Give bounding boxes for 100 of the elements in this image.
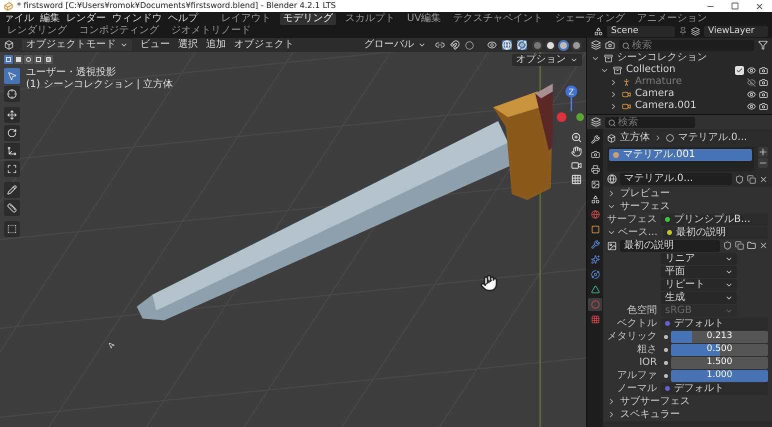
menu-item[interactable]: ァイル <box>4 13 34 25</box>
chevron-right-icon[interactable] <box>609 102 618 110</box>
workspace-tab[interactable]: テクスチャペイント <box>450 13 546 25</box>
dropdown[interactable]: 生成 <box>661 292 737 304</box>
select-mode-icon[interactable] <box>34 55 43 64</box>
workspace-tab[interactable]: レイアウト <box>218 13 274 25</box>
panel-title[interactable]: サーフェス <box>620 202 670 212</box>
chevron-right-icon[interactable] <box>607 189 616 198</box>
dropdown[interactable]: 平面 <box>661 266 737 278</box>
value-slider[interactable]: 0.213 <box>671 330 768 342</box>
shading-mode-icon[interactable] <box>558 40 569 50</box>
filter-icon[interactable] <box>758 40 768 50</box>
dropdown[interactable]: リニア <box>661 252 737 264</box>
material-slot[interactable]: マテリアル.001 <box>609 149 752 161</box>
video-camera-icon[interactable] <box>571 160 582 171</box>
tool-button[interactable] <box>4 143 20 159</box>
properties-editor-icon[interactable] <box>591 117 601 127</box>
chevron-down-icon[interactable] <box>607 202 616 211</box>
workspace-tab[interactable]: ジオメトリノード <box>168 25 254 37</box>
copy-icon[interactable] <box>747 174 756 184</box>
remove-icon[interactable] <box>758 158 768 168</box>
chevron-down-icon[interactable] <box>607 228 616 237</box>
maximize-icon[interactable] <box>731 2 739 10</box>
menu-item[interactable]: ヘルプ <box>168 13 198 25</box>
checkbox[interactable] <box>735 66 744 74</box>
socket-field[interactable]: プリンシプルB... <box>661 214 768 226</box>
eye-closed-icon[interactable] <box>747 78 756 86</box>
options-dropdown[interactable]: オプション <box>512 54 582 66</box>
scene-field[interactable]: Scene <box>607 26 675 36</box>
tool-button[interactable] <box>4 221 20 237</box>
workspace-tab[interactable]: コンポジティング <box>76 25 162 37</box>
hand-icon[interactable] <box>571 146 582 157</box>
cube-icon[interactable] <box>4 40 14 50</box>
panel-title[interactable]: スペキュラー <box>620 410 680 420</box>
mode-dropdown[interactable]: オブジェクトモード <box>22 39 132 51</box>
menu-item[interactable]: 追加 <box>206 40 226 50</box>
outliner-item-label[interactable]: シーンコレクション <box>617 53 707 63</box>
image-name-field[interactable]: 最初の説明 <box>620 240 720 252</box>
chevron-right-icon[interactable] <box>607 397 616 406</box>
eye-icon[interactable] <box>487 40 497 50</box>
chevron-right-icon[interactable] <box>607 410 616 419</box>
camera-icon[interactable] <box>759 102 768 110</box>
value-slider[interactable]: 1.000 <box>671 370 768 382</box>
tool-button[interactable] <box>4 161 20 177</box>
select-mode-icon[interactable] <box>44 55 53 64</box>
material-name-field[interactable]: マテリアル.0... <box>620 173 732 185</box>
search-field[interactable]: 検索 <box>605 116 695 128</box>
tool-button[interactable] <box>4 200 20 216</box>
search-field[interactable]: 検索 <box>619 40 754 50</box>
outliner-item-label[interactable]: Camera <box>635 89 674 99</box>
tool-button[interactable] <box>4 182 20 198</box>
value-slider[interactable]: 0.500 <box>671 344 768 356</box>
grid-icon[interactable] <box>571 174 582 185</box>
select-mode-icon[interactable] <box>24 55 33 64</box>
panel-title[interactable]: プレビュー <box>620 188 670 198</box>
menu-item[interactable]: ビュー <box>140 40 170 50</box>
socket-field[interactable]: デフォルト <box>661 382 768 394</box>
shield-icon[interactable] <box>735 174 744 184</box>
add-icon[interactable] <box>758 147 768 157</box>
panel-title[interactable]: サブサーフェス <box>620 396 690 406</box>
select-mode-icon[interactable] <box>14 55 23 64</box>
copy-icon[interactable] <box>735 241 744 250</box>
camera-icon[interactable] <box>759 78 768 86</box>
socket-field[interactable]: 最初の説明 <box>663 226 768 238</box>
eye-icon[interactable] <box>747 66 756 74</box>
image-icon[interactable] <box>607 240 617 250</box>
display-mode-icon[interactable] <box>605 40 615 50</box>
menu-item[interactable]: レンダー <box>66 13 106 25</box>
chevron-right-icon[interactable] <box>609 90 618 98</box>
orientation-dropdown[interactable]: グローバル <box>360 39 430 51</box>
menu-item[interactable]: 選択 <box>178 40 198 50</box>
menu-item[interactable]: ウィンドウ <box>112 13 162 25</box>
camera-icon[interactable] <box>759 90 768 98</box>
workspace-tab[interactable]: アニメーション <box>634 13 710 25</box>
workspace-tab[interactable]: UV編集 <box>404 13 444 25</box>
shading-mode-icon[interactable] <box>571 40 582 50</box>
tool-button[interactable] <box>4 107 20 123</box>
outliner-item-label[interactable]: Collection <box>626 65 676 75</box>
workspace-tab[interactable]: レンダリング <box>4 25 70 37</box>
workspace-tab[interactable]: モデリング <box>280 13 336 25</box>
eye-icon[interactable] <box>747 90 756 98</box>
folder-icon[interactable] <box>747 241 756 250</box>
close-icon[interactable] <box>759 174 768 184</box>
dropdown[interactable]: リピート <box>661 278 737 290</box>
outliner-icon[interactable] <box>591 40 601 50</box>
menu-item[interactable]: オブジェクト <box>234 40 294 50</box>
workspace-tab[interactable]: スカルプト <box>342 13 398 25</box>
shading-mode-icon[interactable] <box>545 40 556 50</box>
select-mode-icon[interactable] <box>4 55 13 64</box>
number-field[interactable]: 1.500 <box>671 356 768 368</box>
camera-icon[interactable] <box>759 66 768 74</box>
close-icon[interactable] <box>755 2 764 10</box>
shield-icon[interactable] <box>723 241 732 250</box>
chevron-right-icon[interactable] <box>609 78 618 86</box>
tool-button[interactable] <box>4 125 20 141</box>
workspace-tab[interactable]: シェーディング <box>552 13 628 25</box>
navigation-gizmo[interactable]: Z <box>556 86 584 122</box>
sphere-icon[interactable] <box>607 174 617 184</box>
tool-button[interactable] <box>4 86 20 102</box>
pin-icon[interactable] <box>679 27 687 35</box>
